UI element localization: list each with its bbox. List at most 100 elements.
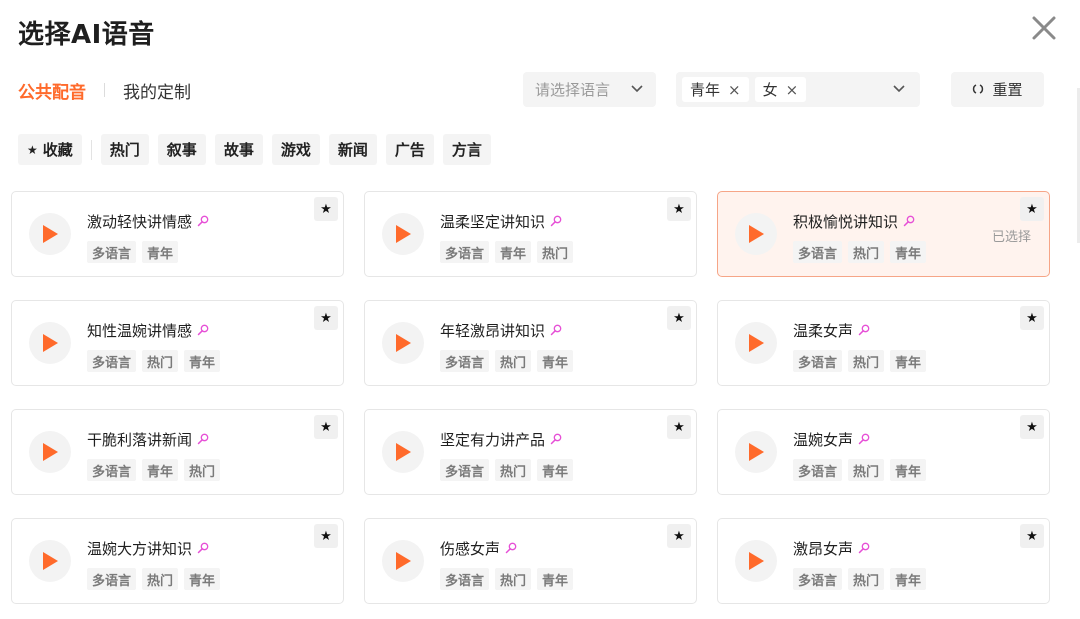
filter-chip-label: 青年 <box>690 81 721 99</box>
filter-chip-label: 女 <box>762 81 778 99</box>
favorite-star-icon[interactable]: ★ <box>314 524 338 548</box>
voice-name: 温柔女声 <box>793 322 854 340</box>
voice-tag: 青年 <box>142 459 179 481</box>
voice-tag: 青年 <box>537 568 574 590</box>
voice-tags: 多语言 热门 青年 <box>440 350 579 372</box>
favorite-star-icon[interactable]: ★ <box>1020 524 1044 548</box>
voice-card[interactable]: 年轻激昂讲知识多语言 热门 青年 ★ <box>364 300 697 386</box>
voice-card[interactable]: 温婉女声 多语言 热门 青年 ★ <box>717 409 1050 495</box>
voice-card[interactable]: 积极愉悦讲知识 多语言 热门 青年 ★ 已选择 <box>717 191 1050 277</box>
favorite-star-icon[interactable]: ★ <box>667 524 691 548</box>
category-filter-bar: ★ 收藏 热门 叙事 故事 游戏 新闻 广告 方言 <box>18 134 500 165</box>
voice-tag: 热门 <box>495 568 532 590</box>
microphone-icon <box>197 431 209 449</box>
category-news[interactable]: 新闻 <box>328 134 377 165</box>
category-narrative[interactable]: 叙事 <box>157 134 206 165</box>
play-button[interactable] <box>382 322 424 364</box>
play-button[interactable] <box>29 540 71 582</box>
language-select[interactable]: 请选择语言 <box>523 72 656 107</box>
close-icon[interactable] <box>1028 12 1060 44</box>
voice-name-row: 坚定有力讲产品 <box>440 429 562 450</box>
voice-name: 温柔坚定讲知识 <box>440 213 546 231</box>
reset-button[interactable]: 重置 <box>951 72 1044 107</box>
filter-chip: 女 × <box>754 77 807 102</box>
category-label: 收藏 <box>42 141 73 159</box>
voice-card[interactable]: 温婉大方讲知识 多语言 热门 青年 ★ <box>11 518 344 604</box>
microphone-icon <box>550 431 562 449</box>
voice-name-row: 激动轻快讲情感 <box>87 211 209 232</box>
play-button[interactable] <box>29 431 71 473</box>
voice-card[interactable]: 温柔坚定讲知识多语言 青年 热门 ★ <box>364 191 697 277</box>
play-button[interactable] <box>382 431 424 473</box>
voice-card[interactable]: 坚定有力讲产品多语言 热门 青年 ★ <box>364 409 697 495</box>
remove-chip-icon[interactable]: × <box>728 81 741 99</box>
category-story[interactable]: 故事 <box>214 134 263 165</box>
favorite-star-icon[interactable]: ★ <box>667 197 691 221</box>
favorite-star-icon[interactable]: ★ <box>1020 306 1044 330</box>
voice-source-tabs: 公共配音 我的定制 <box>18 78 191 103</box>
voice-name-row: 年轻激昂讲知识 <box>440 320 562 341</box>
play-icon <box>396 334 411 352</box>
play-icon <box>396 443 411 461</box>
voice-name: 温婉女声 <box>793 431 854 449</box>
star-icon: ★ <box>27 142 38 157</box>
voice-tags: 多语言 青年 热门 <box>440 241 579 263</box>
favorite-star-icon[interactable]: ★ <box>314 306 338 330</box>
play-button[interactable] <box>735 431 777 473</box>
dialog-title: 选择AI语音 <box>18 20 155 50</box>
voice-tags: 多语言 热门 青年 <box>87 350 226 372</box>
voice-name-row: 温婉大方讲知识 <box>87 538 209 559</box>
voice-tag: 多语言 <box>87 459 137 481</box>
play-icon <box>43 225 58 243</box>
category-dialect[interactable]: 方言 <box>442 134 491 165</box>
category-game[interactable]: 游戏 <box>271 134 320 165</box>
voice-tag: 多语言 <box>87 241 137 263</box>
play-button[interactable] <box>735 213 777 255</box>
tab-public-voices[interactable]: 公共配音 <box>18 78 86 103</box>
tab-divider <box>104 83 105 97</box>
microphone-icon <box>858 431 870 449</box>
category-hot[interactable]: 热门 <box>100 134 149 165</box>
category-favorites[interactable]: ★ 收藏 <box>18 134 82 165</box>
voice-tag: 多语言 <box>793 241 843 263</box>
microphone-icon <box>505 540 517 558</box>
play-button[interactable] <box>29 213 71 255</box>
voice-name-row: 温婉女声 <box>793 429 870 450</box>
play-button[interactable] <box>735 322 777 364</box>
favorite-star-icon[interactable]: ★ <box>314 415 338 439</box>
favorite-star-icon[interactable]: ★ <box>314 197 338 221</box>
voice-tag: 多语言 <box>87 568 137 590</box>
tab-my-custom[interactable]: 我的定制 <box>123 78 191 103</box>
voice-name: 年轻激昂讲知识 <box>440 322 546 340</box>
voice-tags: 多语言 热门 青年 <box>440 459 579 481</box>
voice-tag: 多语言 <box>793 568 843 590</box>
category-ads[interactable]: 广告 <box>385 134 434 165</box>
chevron-down-icon <box>892 80 906 99</box>
remove-chip-icon[interactable]: × <box>786 81 799 99</box>
voice-card[interactable]: 温柔女声 多语言 热门 青年 ★ <box>717 300 1050 386</box>
voice-card[interactable]: 知性温婉讲情感 多语言 热门 青年 ★ <box>11 300 344 386</box>
voice-tag: 多语言 <box>793 459 843 481</box>
voice-tag: 青年 <box>537 350 574 372</box>
voice-card[interactable]: 干脆利落讲新闻 多语言 青年 热门 ★ <box>11 409 344 495</box>
voice-tag: 热门 <box>848 568 885 590</box>
voice-card[interactable]: 激动轻快讲情感 多语言 青年 ★ <box>11 191 344 277</box>
voice-tag: 青年 <box>537 459 574 481</box>
voice-tag: 热门 <box>495 459 532 481</box>
play-button[interactable] <box>382 540 424 582</box>
voice-tags: 多语言 热门 青年 <box>793 241 932 263</box>
favorite-star-icon[interactable]: ★ <box>667 415 691 439</box>
voice-name: 温婉大方讲知识 <box>87 540 193 558</box>
voice-card[interactable]: 伤感女声 多语言 热门 青年 ★ <box>364 518 697 604</box>
favorite-star-icon[interactable]: ★ <box>667 306 691 330</box>
voice-tag: 多语言 <box>440 350 490 372</box>
favorite-star-icon[interactable]: ★ <box>1020 197 1044 221</box>
favorite-star-icon[interactable]: ★ <box>1020 415 1044 439</box>
play-button[interactable] <box>29 322 71 364</box>
play-button[interactable] <box>735 540 777 582</box>
voice-card[interactable]: 激昂女声 多语言 热门 青年 ★ <box>717 518 1050 604</box>
play-button[interactable] <box>382 213 424 255</box>
voice-name: 坚定有力讲产品 <box>440 431 546 449</box>
voice-tag: 热门 <box>848 459 885 481</box>
tag-filter-select[interactable]: 青年 × 女 × <box>676 72 920 107</box>
